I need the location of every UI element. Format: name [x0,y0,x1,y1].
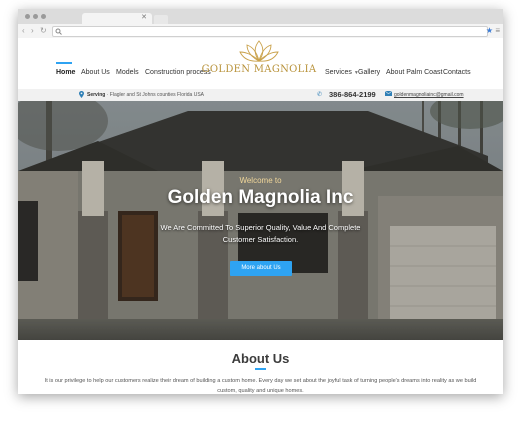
browser-titlebar: ✕ [18,9,503,24]
close-tab-icon[interactable]: ✕ [141,13,147,23]
browser-toolbar: ‹ › ↻ ★ ≡ [18,24,503,39]
hero-subtitle: We Are Committed To Superior Quality, Va… [160,223,361,244]
envelope-icon [385,91,392,96]
nav-item-about-us[interactable]: About Us [81,69,110,76]
about-title-divider [255,368,266,370]
phone-number[interactable]: 386-864-2199 [329,90,376,100]
browser-window: ✕ ‹ › ↻ ★ ≡ Home About Us Models Constru… [18,9,503,394]
nav-item-models[interactable]: Models [116,69,139,76]
email-link[interactable]: goldenmagnoliainc@gmail.com [394,91,464,99]
about-section: About Us It is our privilege to help our… [18,340,503,394]
site-navigation: Home About Us Models Construction proces… [18,38,503,89]
nav-item-contacts[interactable]: Contacts [443,69,471,76]
star-icon[interactable]: ★ [486,26,493,36]
chevron-right-icon[interactable]: › [31,26,34,36]
hero-overlay [18,101,503,340]
phone-icon: ✆ [317,92,323,98]
nav-item-about-palm-coast[interactable]: About Palm Coast [386,69,442,76]
nav-item-services[interactable]: Services ▼ [325,69,359,76]
logo-text: GOLDEN MAGNOLIA [201,64,317,75]
serving-label: Serving [87,92,106,98]
serving-area-text: Serving · Flagler and St Johns counties … [87,91,204,99]
about-text: It is our privilege to help our customer… [44,378,477,394]
site-logo[interactable]: GOLDEN MAGNOLIA [200,38,318,89]
more-about-us-button[interactable]: More about Us [230,261,292,276]
nav-item-home[interactable]: Home [56,69,75,76]
browser-tab[interactable]: ✕ [82,13,152,24]
hero-title: Golden Magnolia Inc [167,187,354,208]
hero-welcome: Welcome to [239,176,282,185]
search-icon [55,28,62,35]
chevron-left-icon[interactable]: ‹ [22,26,25,36]
nav-item-services-label: Services [325,69,352,76]
about-title: About Us [231,351,290,366]
address-bar-input[interactable] [52,26,488,37]
location-icon [79,91,84,98]
window-close-control[interactable] [25,14,30,19]
menu-icon[interactable]: ≡ [495,26,500,36]
window-maximize-control[interactable] [41,14,46,19]
reload-icon[interactable]: ↻ [40,26,47,36]
active-nav-indicator [56,62,72,64]
new-tab-button[interactable] [154,15,168,24]
hero-section: Welcome to Golden Magnolia Inc We Are Co… [18,101,503,340]
serving-area: · Flagler and St Johns counties Florida … [106,92,205,98]
window-minimize-control[interactable] [33,14,38,19]
nav-item-gallery[interactable]: Gallery [358,69,380,76]
